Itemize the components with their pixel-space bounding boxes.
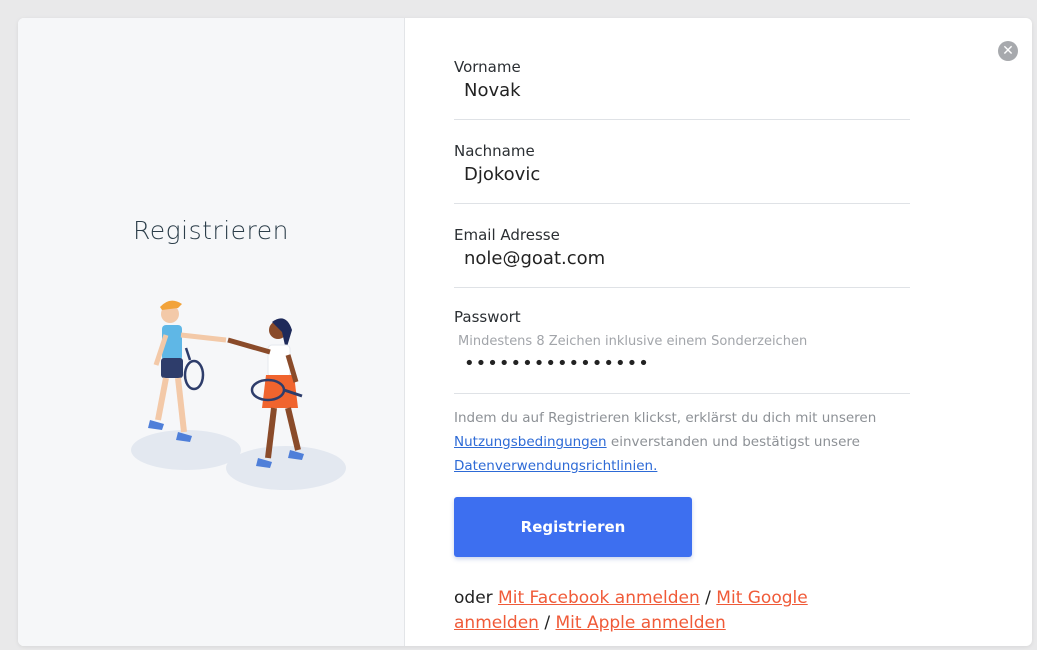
social-separator: / [699,588,717,608]
tennis-players-illustration [131,300,346,490]
legal-text-1: Indem du auf Registrieren klickst, erklä… [454,410,877,426]
email-field[interactable]: Email Adresse [454,226,910,288]
password-label: Passwort [454,308,521,326]
password-hint: Mindestens 8 Zeichen inklusive einem Son… [458,334,808,349]
illustration-panel: Registrieren [18,18,405,646]
registration-form: Vorname Nachname Email Adresse Passwort … [454,58,910,394]
email-input[interactable] [454,244,910,277]
email-label: Email Adresse [454,226,560,244]
register-button[interactable]: Registrieren [454,497,692,557]
privacy-link[interactable]: Datenverwendungsrichtlinien. [454,458,657,474]
legal-notice: Indem du auf Registrieren klickst, erklä… [454,406,924,478]
panel-title: Registrieren [133,216,289,245]
facebook-login-link[interactable]: Mit Facebook anmelden [498,588,700,608]
last-name-label: Nachname [454,142,535,160]
social-separator: / [538,613,556,633]
password-field[interactable]: Passwort Mindestens 8 Zeichen inklusive … [454,308,910,394]
registration-modal: Registrieren ✕ Vorname Novak Nachname Dj… [18,18,1032,646]
close-icon[interactable]: ✕ [998,41,1018,61]
last-name-input[interactable] [454,160,910,193]
first-name-input[interactable] [454,76,910,109]
legal-text-2: einverstanden und bestätigst unsere [606,434,860,450]
password-input[interactable]: •••••••••••••••• [454,349,910,382]
social-login: oder Mit Facebook anmelden / Mit Google … [454,586,874,636]
apple-login-link[interactable]: Mit Apple anmelden [556,613,726,633]
first-name-label: Vorname [454,58,521,76]
first-name-field[interactable]: Vorname [454,58,910,120]
social-prefix: oder [454,588,499,608]
terms-link[interactable]: Nutzungsbedingungen [454,434,607,450]
last-name-field[interactable]: Nachname [454,142,910,204]
